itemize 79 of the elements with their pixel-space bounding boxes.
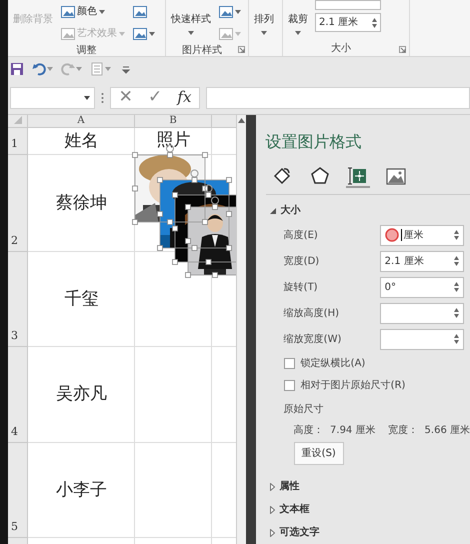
spin-arrows-icon[interactable] [454, 334, 459, 344]
checkbox-label: 相对于图片原始尺寸(R) [300, 378, 406, 392]
picture-icon [61, 28, 75, 40]
spin-arrows-icon[interactable] [454, 230, 459, 240]
column-header[interactable]: B [135, 115, 212, 128]
original-size-text: 高度： 7.94 厘米 宽度： 5.66 厘米 [292, 424, 470, 438]
dialog-launcher-icon[interactable] [399, 46, 406, 53]
scrollbar[interactable] [236, 115, 246, 544]
picture-icon [386, 166, 406, 186]
checkbox-label: 锁定纵横比(A) [300, 356, 366, 370]
toolbar-button[interactable] [10, 62, 24, 76]
checkbox[interactable] [284, 358, 295, 368]
table-cell-text: 蔡徐坤 [56, 192, 107, 215]
size-field[interactable]: 2.1 厘米 [315, 13, 381, 32]
undo-icon [32, 62, 46, 76]
size-layout-icon [348, 165, 368, 185]
field-label: 宽度(D) [284, 254, 320, 268]
pentagon-icon [310, 166, 330, 186]
section-label: 原始尺寸 [282, 402, 325, 417]
spin-arrows-icon[interactable] [372, 18, 377, 28]
dialog-launcher-icon[interactable] [238, 46, 245, 53]
field-label: 旋转(T) [284, 280, 319, 294]
picture-icon [219, 28, 233, 40]
row-header[interactable]: 1 [8, 128, 28, 155]
reset-button[interactable]: 重设(S) [294, 442, 344, 465]
group-label: 大小 [331, 42, 351, 56]
picture-icon [219, 6, 233, 18]
insert-function-button[interactable]: fx [174, 90, 194, 105]
checkbox[interactable] [284, 380, 295, 390]
field-label: 缩放高度(H) [284, 306, 340, 320]
table-cell-text: 姓名 [64, 130, 98, 153]
size-field[interactable] [315, 0, 381, 10]
picture-icon [133, 28, 147, 40]
spin-arrows-icon[interactable] [454, 308, 459, 318]
section-header[interactable]: 文本框 [270, 502, 470, 517]
caret-icon [84, 96, 90, 100]
spin-field[interactable] [380, 328, 464, 350]
row-header[interactable]: 5 [8, 443, 28, 538]
ribbon-button[interactable]: 快速样式 [170, 0, 212, 43]
selection-handles-drawing[interactable] [185, 196, 236, 278]
spin-arrows-icon[interactable] [454, 282, 459, 292]
column-header[interactable]: A [28, 115, 135, 128]
picture-icon [61, 6, 75, 18]
table-cell-text: 小李子 [56, 478, 107, 502]
field-label: 高度(E) [284, 228, 319, 242]
enter-button[interactable]: ✓ [144, 89, 166, 106]
fill-bucket-icon [272, 166, 292, 186]
group-label: 图片样式 [182, 44, 222, 58]
table-cell-text: 千玺 [64, 288, 98, 311]
formula-input[interactable] [206, 86, 470, 108]
section-header[interactable]: 可选文字 [270, 525, 470, 540]
spin-field[interactable] [380, 302, 464, 324]
cancel-button[interactable]: ✕ [116, 89, 136, 106]
ribbon-button[interactable]: 裁剪 [287, 0, 309, 41]
selection-handles-drawing[interactable] [172, 184, 236, 265]
table-cell-text: 吴亦凡 [56, 383, 107, 406]
ribbon-button[interactable]: 排列 [253, 0, 275, 41]
spin-arrows-icon[interactable] [454, 256, 459, 266]
save-icon [10, 62, 24, 76]
row-header[interactable]: 2 [8, 155, 28, 252]
form-icon [90, 62, 104, 76]
spin-field[interactable]: 0° [380, 276, 464, 298]
spin-field[interactable]: 2.1 厘米 [380, 250, 464, 272]
grip-icon [101, 92, 104, 104]
section-header[interactable]: 大小 [270, 203, 470, 218]
spin-field[interactable]: 厘米 [380, 224, 464, 246]
ribbon-button[interactable]: 颜色 [60, 2, 126, 21]
field-label: 缩放宽度(W) [284, 332, 342, 346]
redo-icon [61, 62, 75, 76]
picture-icon [133, 6, 147, 18]
group-label: 调整 [76, 44, 96, 58]
row-header[interactable]: 3 [8, 252, 28, 347]
section-header[interactable]: 属性 [270, 479, 470, 494]
pane-title: 设置图片格式 [266, 131, 363, 153]
table-cell-text: 照片 [156, 129, 190, 152]
toolbar-button[interactable] [32, 62, 53, 76]
pane-splitter[interactable] [246, 115, 256, 544]
row-header[interactable]: 4 [8, 347, 28, 443]
scroll-up-icon[interactable] [238, 118, 246, 123]
